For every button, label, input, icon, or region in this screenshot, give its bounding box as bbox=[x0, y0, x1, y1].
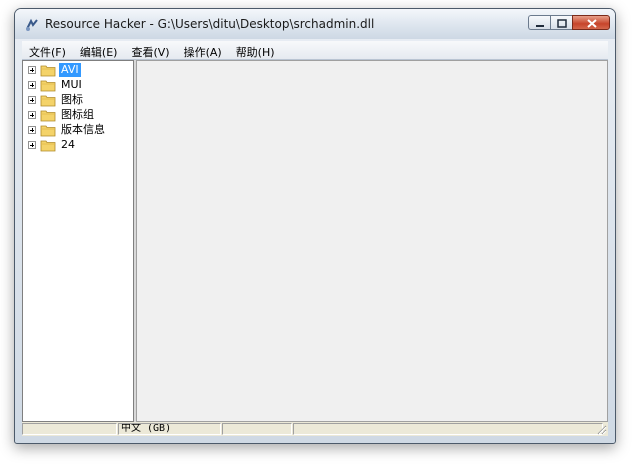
status-bar: 中文 (GB) bbox=[22, 422, 608, 436]
status-cell bbox=[293, 423, 603, 435]
title-bar[interactable]: Resource Hacker - G:\Users\ditu\Desktop\… bbox=[15, 9, 615, 39]
folder-icon bbox=[40, 65, 56, 77]
tree-item-label: 版本信息 bbox=[61, 123, 105, 136]
status-cell bbox=[222, 423, 292, 435]
tree-item-24[interactable]: 24 bbox=[23, 138, 133, 153]
close-icon bbox=[587, 19, 597, 28]
resource-tree[interactable]: AVI MUI 图标 图标组 版本信息 24 bbox=[22, 60, 134, 422]
tree-item-version-info[interactable]: 版本信息 bbox=[23, 123, 133, 138]
window-title: Resource Hacker - G:\Users\ditu\Desktop\… bbox=[45, 17, 375, 31]
expand-icon[interactable] bbox=[28, 96, 36, 104]
maximize-icon bbox=[557, 19, 567, 28]
expand-icon[interactable] bbox=[28, 141, 36, 149]
expand-icon[interactable] bbox=[28, 111, 36, 119]
window-controls bbox=[528, 15, 610, 32]
resource-view-pane bbox=[136, 60, 608, 422]
tree-item-icon-group[interactable]: 图标组 bbox=[23, 108, 133, 123]
folder-icon bbox=[40, 125, 56, 137]
app-window: Resource Hacker - G:\Users\ditu\Desktop\… bbox=[14, 8, 616, 444]
minimize-button[interactable] bbox=[528, 15, 550, 30]
tree-item-label: MUI bbox=[61, 78, 82, 91]
client-area: AVI MUI 图标 图标组 版本信息 24 中文 (GB) bbox=[22, 60, 608, 436]
minimize-icon bbox=[536, 25, 544, 27]
folder-icon bbox=[40, 95, 56, 107]
expand-icon[interactable] bbox=[28, 126, 36, 134]
expand-icon[interactable] bbox=[28, 81, 36, 89]
resize-grip-icon[interactable] bbox=[595, 423, 607, 435]
status-cell bbox=[22, 423, 117, 435]
folder-icon bbox=[40, 80, 56, 92]
tree-item-icon[interactable]: 图标 bbox=[23, 93, 133, 108]
resource-hacker-icon bbox=[26, 18, 38, 31]
tree-item-avi[interactable]: AVI bbox=[23, 63, 133, 78]
tree-item-label: 图标组 bbox=[61, 108, 94, 121]
tree-item-label: AVI bbox=[59, 63, 81, 77]
menu-bar: 文件(F) 编辑(E) 查看(V) 操作(A) 帮助(H) bbox=[22, 41, 608, 60]
tree-item-label: 图标 bbox=[61, 93, 83, 106]
status-input-method: 中文 (GB) bbox=[118, 423, 221, 435]
folder-icon bbox=[40, 110, 56, 122]
tree-item-label: 24 bbox=[61, 138, 75, 151]
tree-item-mui[interactable]: MUI bbox=[23, 78, 133, 93]
folder-icon bbox=[40, 140, 56, 152]
maximize-button[interactable] bbox=[550, 15, 572, 30]
close-button[interactable] bbox=[572, 15, 610, 30]
expand-icon[interactable] bbox=[28, 66, 36, 74]
